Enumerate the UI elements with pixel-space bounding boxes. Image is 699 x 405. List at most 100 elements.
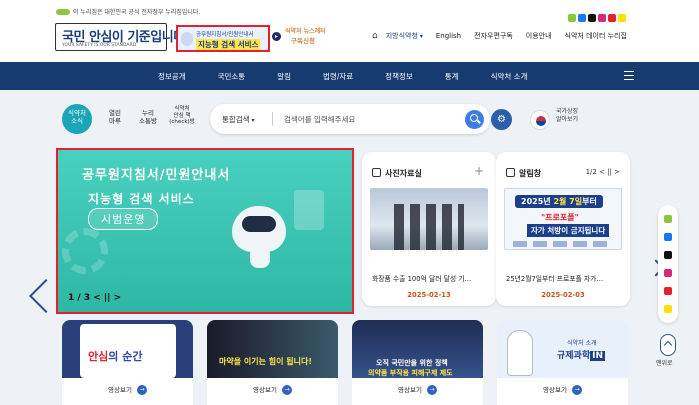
notice-banner-line3: 자가 처방이 금지됩니다: [527, 224, 610, 237]
video-watch-button[interactable]: 영상보기 →: [207, 384, 338, 395]
side-blog-icon[interactable]: [664, 215, 672, 223]
more-plus-icon[interactable]: +: [474, 164, 484, 178]
nav-item-laws[interactable]: 법령/자료: [323, 71, 353, 82]
header-promo-banner[interactable]: 공무원지침서/민원안내서 지능형 검색 서비스: [176, 25, 270, 52]
side-youtube-icon[interactable]: [664, 287, 672, 295]
egov-mark-icon: [56, 8, 70, 15]
video-watch-button[interactable]: 영상보기 →: [62, 384, 193, 395]
arrow-right-icon: →: [571, 385, 582, 395]
slogan-line1: 국가상징: [556, 108, 579, 115]
video-card[interactable]: 안심의 순간 영상보기 →: [62, 320, 193, 405]
guide-link[interactable]: 이용안내: [526, 31, 552, 41]
banner-pager: 1 / 3 < || >: [68, 293, 121, 303]
video-watch-label: 영상보기: [108, 386, 132, 394]
banner-title-1: 공무원지침서/민원안내서: [82, 168, 231, 183]
video-title: 마약을 이기는 힘이 됩니다!: [219, 357, 312, 366]
notice-banner-line1-prefix: 2025년: [521, 197, 551, 206]
nav-item-about[interactable]: 식약처 소개: [491, 71, 528, 82]
robot-icon: [181, 32, 193, 46]
notice-thumbnail[interactable]: 2025년 2월 7일부터 "프로포폴" 자가 처방이 금지됩니다: [504, 188, 622, 250]
header-promo-newsletter[interactable]: 식약처 뉴스레터 구독신청: [285, 26, 337, 50]
promo-line1: 공무원지침서/민원안내서: [196, 32, 254, 38]
photo-caption[interactable]: 화장품 수출 100억 달러 달성 기…: [372, 273, 486, 283]
quick-link-check[interactable]: 식약처 안심 책 (check)방: [167, 104, 197, 134]
side-facebook-icon[interactable]: [664, 233, 672, 241]
photo-thumbnail[interactable]: [370, 188, 488, 250]
notice-banner-line1-suffix: 부터: [582, 197, 597, 206]
video-card[interactable]: 마약을 이기는 힘이 됩니다! 영상보기 →: [207, 320, 338, 405]
video-watch-button[interactable]: 영상보기 →: [352, 384, 483, 395]
notice-logos: [513, 241, 613, 247]
video-subtitle: 식약처 소개: [567, 340, 597, 347]
home-icon[interactable]: ⌂: [372, 31, 378, 41]
side-kakao-icon[interactable]: [664, 305, 672, 313]
scroll-top-icon[interactable]: [660, 334, 676, 356]
gear-decoration: [62, 228, 108, 274]
top-header: 이 누리집은 대한민국 공식 전자정부 누리집입니다. 국민 안심이 기준입니다…: [0, 0, 699, 62]
video-watch-label: 영상보기: [253, 386, 277, 394]
data-portal-link[interactable]: 식약처 데이터 누리집: [565, 31, 627, 41]
quick-link-news[interactable]: 식약처 소식: [62, 104, 92, 134]
search-icon[interactable]: [465, 110, 484, 129]
sns-top-links: [568, 14, 626, 22]
youtube-icon[interactable]: [608, 14, 616, 22]
english-link[interactable]: English: [436, 32, 461, 40]
quick-link-open-maru[interactable]: 열린 마루: [100, 104, 130, 134]
notice-banner-line2: "프로포폴": [541, 213, 579, 222]
video-title-highlight: 안심: [88, 350, 109, 363]
photo-gallery-card[interactable]: 사진자료실 + 화장품 수출 100억 달러 달성 기… 2025-02-13: [362, 152, 496, 306]
email-subscribe-link[interactable]: 전자우편구독: [474, 31, 513, 41]
utility-menu: ⌂ 지방식약청 English 전자우편구독 이용안내 식약처 데이터 누리집: [372, 31, 640, 41]
side-x-icon[interactable]: [664, 251, 672, 259]
instagram-icon[interactable]: [598, 14, 606, 22]
notice-pager: 1/2 < || >: [586, 168, 620, 176]
search-scope-select[interactable]: 통합검색: [222, 114, 255, 125]
quick-link-nuri[interactable]: 누리 소통방: [133, 104, 163, 134]
national-symbol-link[interactable]: 국가상징 알아보기: [556, 108, 578, 124]
nav-item-notice[interactable]: 알림: [277, 71, 291, 82]
nav-item-policy[interactable]: 정책정보: [385, 71, 413, 82]
facebook-icon[interactable]: [578, 14, 586, 22]
arrow-right-icon: →: [136, 385, 147, 395]
video-title: 규제과학 IN: [557, 348, 606, 361]
promo-line2: 지능형 검색 서비스: [196, 39, 261, 50]
main-banner[interactable]: 공무원지침서/민원안내서 지능형 검색 서비스 시범운영 1 / 3 < || …: [56, 148, 354, 314]
menu-icon[interactable]: [624, 71, 634, 80]
regional-office-select[interactable]: 지방식약청: [386, 31, 423, 41]
document-decoration: [294, 190, 324, 230]
search-settings-button[interactable]: ⚙: [491, 109, 512, 130]
video-watch-label: 영상보기: [398, 386, 422, 394]
video-watch-button[interactable]: 영상보기 →: [497, 384, 628, 395]
video-thumbnail[interactable]: [207, 320, 338, 378]
video-title-suffix: 의 순간: [108, 350, 143, 363]
photo-card-title: 사진자료실: [385, 169, 422, 178]
notice-card[interactable]: 알림창 1/2 < || > 2025년 2월 7일부터 "프로포폴" 자가 처…: [496, 152, 630, 306]
carousel-prev-arrow[interactable]: [28, 280, 48, 320]
promo-next-button[interactable]: ▸: [272, 32, 281, 41]
video-title-text: 규제과학: [557, 351, 591, 361]
side-instagram-icon[interactable]: [664, 269, 672, 277]
notice-date: 2025-02-03: [541, 291, 585, 299]
national-flag-icon[interactable]: [530, 110, 550, 130]
nav-item-stats[interactable]: 통계: [445, 71, 459, 82]
search-input[interactable]: [284, 112, 454, 126]
kakao-icon[interactable]: [618, 14, 626, 22]
nav-item-info-disclosure[interactable]: 정보공개: [158, 71, 186, 82]
scroll-top-label[interactable]: 맨위로: [656, 358, 673, 367]
video-title: 오직 국민만을 위한 정책: [376, 359, 448, 367]
banner-pager-controls[interactable]: < || >: [93, 293, 121, 303]
x-icon[interactable]: [588, 14, 596, 22]
notice-pager-controls[interactable]: < || >: [599, 168, 620, 176]
notice-caption[interactable]: 25년2월7일부터 프로포폴 자가…: [506, 273, 620, 283]
notice-card-title: 알림창: [519, 169, 542, 178]
person-illustration: [507, 330, 533, 376]
arrow-right-icon: →: [281, 385, 292, 395]
site-logo[interactable]: 국민 안심이 기준입니다 YOUR SAFETY IS OUR STANDARD: [55, 23, 185, 51]
gov-notice: 이 누리집은 대한민국 공식 전자정부 누리집입니다.: [56, 7, 200, 16]
blog-icon[interactable]: [568, 14, 576, 22]
video-card[interactable]: 오직 국민만을 위한 정책 의약품 부작용 피해구제 제도 영상보기 →: [352, 320, 483, 405]
banner-pager-count: 1 / 3: [68, 293, 91, 303]
search-bar: 통합검색: [210, 104, 490, 134]
video-card[interactable]: 식약처 소개 규제과학 IN 영상보기 →: [497, 320, 628, 405]
nav-item-communication[interactable]: 국민소통: [218, 71, 246, 82]
